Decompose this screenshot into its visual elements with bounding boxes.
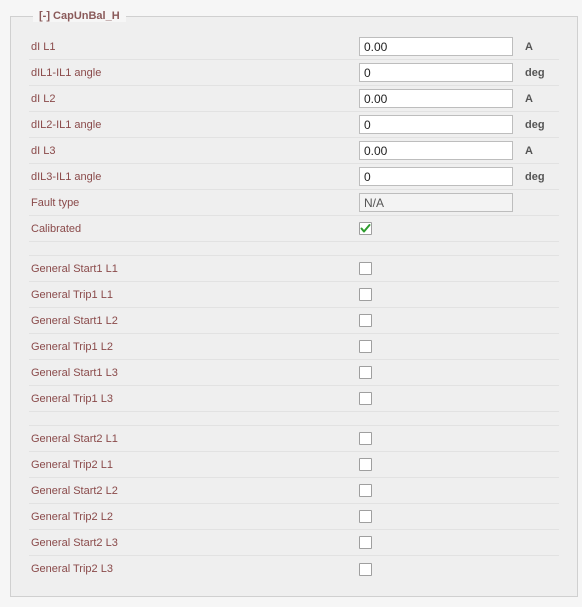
gt2l2-value-cell — [359, 510, 519, 523]
gs1l3-label: General Start1 L3 — [29, 367, 359, 379]
capunbal-h-panel: [-] CapUnBal_H dI L1AdIL1-IL1 angledegdI… — [10, 10, 578, 597]
diL2IL1ang-input[interactable] — [359, 115, 513, 134]
diL1-input[interactable] — [359, 37, 513, 56]
gt1l1-value-cell — [359, 288, 519, 301]
gt1l3-value-cell — [359, 392, 519, 405]
gs1l1-checkbox[interactable] — [359, 262, 372, 275]
calibrated-label: Calibrated — [29, 223, 359, 235]
gs2l2-value-cell — [359, 484, 519, 497]
diL3-label: dI L3 — [29, 145, 359, 157]
gt1l1-row: General Trip1 L1 — [29, 282, 559, 308]
diL2-value-cell — [359, 89, 519, 108]
gt2l3-checkbox[interactable] — [359, 563, 372, 576]
gt2l3-label: General Trip2 L3 — [29, 563, 359, 575]
gs2l3-checkbox[interactable] — [359, 536, 372, 549]
diL1-row: dI L1 A — [29, 34, 559, 60]
gs2l3-label: General Start2 L3 — [29, 537, 359, 549]
panel-legend[interactable]: [-] CapUnBal_H — [33, 10, 126, 22]
diL1-label: dI L1 — [29, 41, 359, 53]
gt1l1-label: General Trip1 L1 — [29, 289, 359, 301]
gt2l2-label: General Trip2 L2 — [29, 511, 359, 523]
gs2l2-checkbox[interactable] — [359, 484, 372, 497]
diL1-unit: A — [519, 41, 559, 53]
gt1l3-row: General Trip1 L3 — [29, 386, 559, 412]
gt1l3-label: General Trip1 L3 — [29, 393, 359, 405]
gt1l2-checkbox[interactable] — [359, 340, 372, 353]
gs2l1-value-cell — [359, 432, 519, 445]
fault-type-value-cell — [359, 193, 519, 212]
gt2l3-value-cell — [359, 563, 519, 576]
diL3IL1ang-row: dIL3-IL1 angle deg — [29, 164, 559, 190]
gs2l3-row: General Start2 L3 — [29, 530, 559, 556]
diL1IL1ang-unit: deg — [519, 67, 559, 79]
gt1l2-value-cell — [359, 340, 519, 353]
diL1IL1ang-input[interactable] — [359, 63, 513, 82]
gs1l1-label: General Start1 L1 — [29, 263, 359, 275]
diL3-input[interactable] — [359, 141, 513, 160]
diL3IL1ang-label: dIL3-IL1 angle — [29, 171, 359, 183]
gs1l3-row: General Start1 L3 — [29, 360, 559, 386]
gt2l2-checkbox[interactable] — [359, 510, 372, 523]
calibrated-value-cell — [359, 222, 519, 235]
gs1l1-row: General Start1 L1 — [29, 256, 559, 282]
diL3-unit: A — [519, 145, 559, 157]
gt2l1-label: General Trip2 L1 — [29, 459, 359, 471]
gs2l2-label: General Start2 L2 — [29, 485, 359, 497]
diL2-row: dI L2 A — [29, 86, 559, 112]
fault-type-input — [359, 193, 513, 212]
gs2l1-checkbox[interactable] — [359, 432, 372, 445]
gs1l2-row: General Start1 L2 — [29, 308, 559, 334]
diL2IL1ang-label: dIL2-IL1 angle — [29, 119, 359, 131]
gs1l2-checkbox[interactable] — [359, 314, 372, 327]
diL1IL1ang-value-cell — [359, 63, 519, 82]
diL3IL1ang-unit: deg — [519, 171, 559, 183]
fault-type-label: Fault type — [29, 197, 359, 209]
spacer-2 — [29, 412, 559, 426]
gt2l1-checkbox[interactable] — [359, 458, 372, 471]
diL1IL1ang-row: dIL1-IL1 angle deg — [29, 60, 559, 86]
spacer-1 — [29, 242, 559, 256]
diL2-unit: A — [519, 93, 559, 105]
diL1-value-cell — [359, 37, 519, 56]
diL2IL1ang-unit: deg — [519, 119, 559, 131]
gs2l1-label: General Start2 L1 — [29, 433, 359, 445]
gs1l2-label: General Start1 L2 — [29, 315, 359, 327]
gt1l2-label: General Trip1 L2 — [29, 341, 359, 353]
fault-type-row: Fault type — [29, 190, 559, 216]
diL3-value-cell — [359, 141, 519, 160]
diL2-input[interactable] — [359, 89, 513, 108]
gs1l1-value-cell — [359, 262, 519, 275]
gt2l1-value-cell — [359, 458, 519, 471]
gt1l1-checkbox[interactable] — [359, 288, 372, 301]
calibrated-row: Calibrated — [29, 216, 559, 242]
diL3IL1ang-input[interactable] — [359, 167, 513, 186]
diL2IL1ang-row: dIL2-IL1 angle deg — [29, 112, 559, 138]
diL3IL1ang-value-cell — [359, 167, 519, 186]
gs1l3-checkbox[interactable] — [359, 366, 372, 379]
diL1IL1ang-label: dIL1-IL1 angle — [29, 67, 359, 79]
gs2l3-value-cell — [359, 536, 519, 549]
gt2l2-row: General Trip2 L2 — [29, 504, 559, 530]
gt2l3-row: General Trip2 L3 — [29, 556, 559, 582]
gs2l1-row: General Start2 L1 — [29, 426, 559, 452]
diL3-row: dI L3 A — [29, 138, 559, 164]
gt2l1-row: General Trip2 L1 — [29, 452, 559, 478]
gs1l3-value-cell — [359, 366, 519, 379]
diL2-label: dI L2 — [29, 93, 359, 105]
diL2IL1ang-value-cell — [359, 115, 519, 134]
gs2l2-row: General Start2 L2 — [29, 478, 559, 504]
calibrated-checkbox[interactable] — [359, 222, 372, 235]
gt1l2-row: General Trip1 L2 — [29, 334, 559, 360]
gs1l2-value-cell — [359, 314, 519, 327]
gt1l3-checkbox[interactable] — [359, 392, 372, 405]
